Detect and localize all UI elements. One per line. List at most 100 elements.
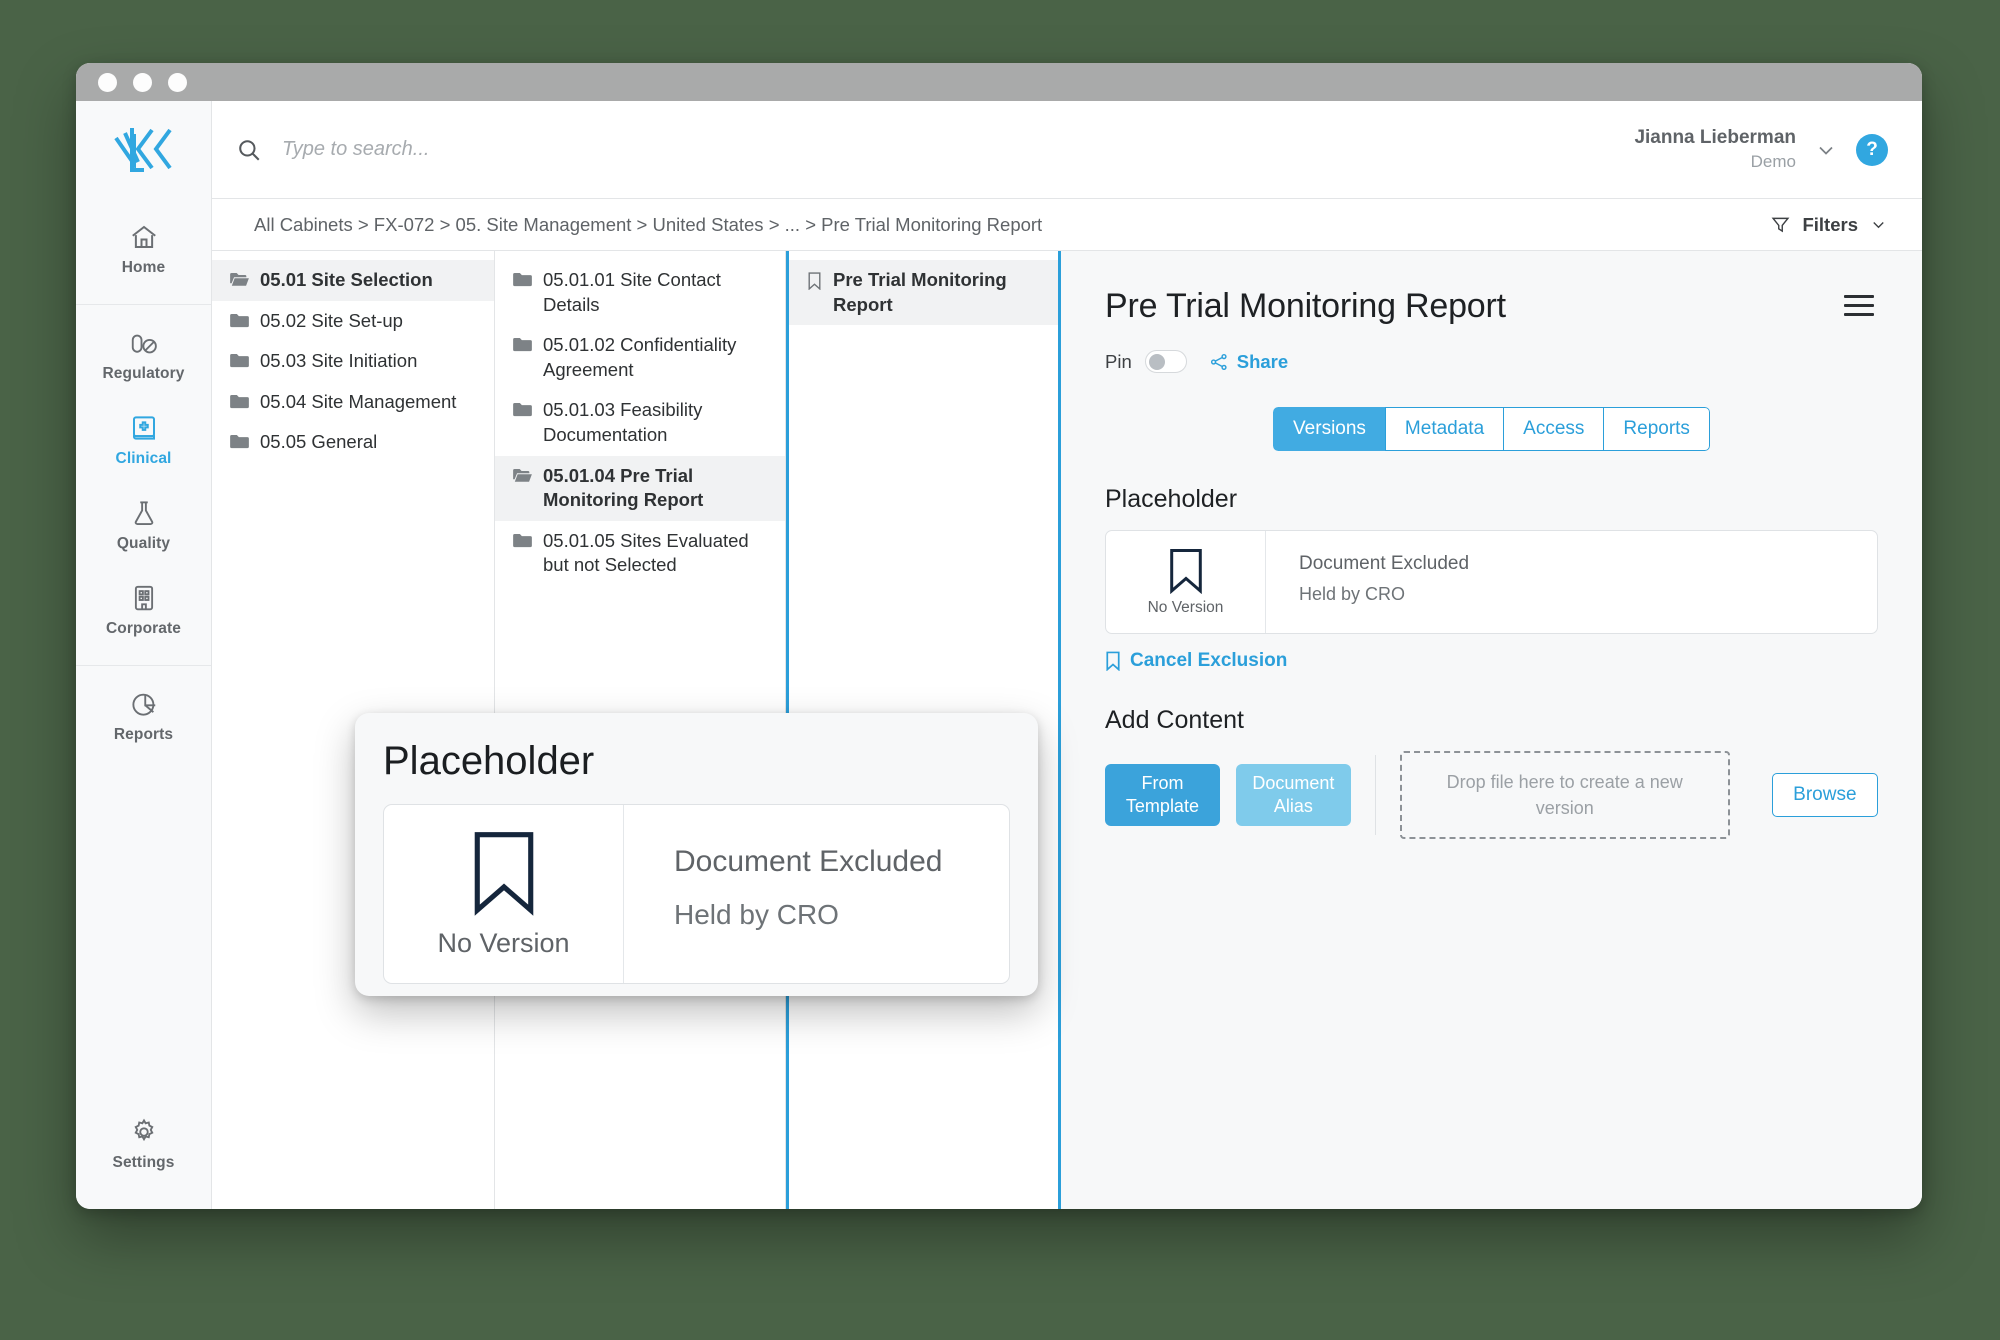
browse-button[interactable]: Browse bbox=[1771, 773, 1878, 817]
medical-book-icon bbox=[132, 416, 155, 440]
document-list-item[interactable]: Pre Trial Monitoring Report bbox=[789, 260, 1058, 326]
toggle-knob bbox=[1148, 353, 1165, 370]
sidebar-item-home[interactable]: Home bbox=[76, 205, 211, 290]
filter-icon bbox=[1772, 217, 1790, 233]
share-label: Share bbox=[1236, 350, 1289, 372]
tree-node-label: 05.01.02 Confidentiality Agreement bbox=[543, 334, 737, 380]
sidebar-item-clinical[interactable]: Clinical bbox=[76, 396, 211, 481]
sidebar-item-label: Quality bbox=[116, 535, 171, 552]
main-area: Jianna Lieberman Demo ? All Cabinets > F… bbox=[212, 101, 1922, 1209]
magnified-card: No Version Document Excluded Held by CRO bbox=[383, 804, 1010, 984]
add-content-section-title: Add Content bbox=[1105, 706, 1244, 734]
desktop-background: Home Regulatory Clinical Quality Corpora… bbox=[0, 0, 2000, 1340]
rail-group-modules: Regulatory Clinical Quality Corporate bbox=[76, 305, 211, 666]
tab-metadata[interactable]: Metadata bbox=[1384, 407, 1504, 451]
application-window: Home Regulatory Clinical Quality Corpora… bbox=[76, 63, 1922, 1209]
sidebar-item-reports[interactable]: Reports bbox=[76, 672, 211, 757]
tab-reports[interactable]: Reports bbox=[1603, 407, 1710, 451]
detail-header: Pre Trial Monitoring Report bbox=[1105, 287, 1878, 326]
veeva-vault-logo-icon bbox=[113, 128, 172, 172]
sidebar-item-quality[interactable]: Quality bbox=[76, 481, 211, 566]
tree-node-label: 05.01.05 Sites Evaluated but not Selecte… bbox=[543, 529, 749, 576]
tree-node[interactable]: 05.01 Site Selection bbox=[212, 260, 494, 301]
pin-toggle[interactable] bbox=[1144, 350, 1187, 373]
placeholder-section-title: Placeholder bbox=[1105, 485, 1238, 513]
tab-versions[interactable]: Versions bbox=[1273, 407, 1385, 451]
tree-node-label: 05.05 General bbox=[260, 431, 378, 453]
flask-icon bbox=[134, 501, 153, 525]
search-input[interactable] bbox=[282, 138, 702, 161]
folder-open-icon bbox=[513, 468, 532, 482]
folder-icon bbox=[230, 313, 249, 327]
folder-icon bbox=[513, 403, 532, 417]
global-search[interactable] bbox=[236, 137, 1634, 163]
folder-icon bbox=[513, 338, 532, 352]
hamburger-menu-icon[interactable] bbox=[1840, 287, 1878, 324]
tree-node[interactable]: 05.04 Site Management bbox=[212, 382, 494, 423]
add-content-row: From Template Document Alias Drop file h… bbox=[1105, 751, 1878, 839]
bookmark-icon bbox=[474, 831, 533, 916]
close-window-button[interactable] bbox=[98, 72, 117, 92]
breadcrumb[interactable]: All Cabinets > FX-072 > 05. Site Managem… bbox=[254, 214, 1042, 236]
folder-icon bbox=[230, 354, 249, 368]
breadcrumb-bar: All Cabinets > FX-072 > 05. Site Managem… bbox=[212, 199, 1922, 251]
user-menu[interactable]: Jianna Lieberman Demo ? bbox=[1634, 126, 1888, 172]
chevron-down-icon[interactable] bbox=[1814, 138, 1838, 162]
from-template-button[interactable]: From Template bbox=[1105, 764, 1220, 826]
tree-node[interactable]: 05.01.05 Sites Evaluated but not Selecte… bbox=[495, 521, 785, 586]
pin-label: Pin bbox=[1105, 350, 1132, 372]
pill-icon bbox=[131, 334, 157, 354]
help-button[interactable]: ? bbox=[1856, 133, 1888, 166]
tree-node[interactable]: 05.01.02 Confidentiality Agreement bbox=[495, 325, 785, 390]
burger-line bbox=[1844, 304, 1874, 307]
sidebar-item-corporate[interactable]: Corporate bbox=[76, 566, 211, 651]
rail-group-reports: Reports bbox=[76, 666, 211, 771]
folder-open-icon bbox=[230, 272, 249, 286]
document-detail-panel: Pre Trial Monitoring Report Pin Share Ve… bbox=[1061, 251, 1922, 1209]
pie-chart-icon bbox=[131, 693, 155, 716]
tree-node[interactable]: 05.02 Site Set-up bbox=[212, 301, 494, 342]
no-version-label: No Version bbox=[1147, 598, 1224, 616]
top-header-bar: Jianna Lieberman Demo ? bbox=[212, 101, 1922, 199]
share-icon bbox=[1210, 353, 1227, 370]
cancel-exclusion-button[interactable]: Cancel Exclusion bbox=[1105, 650, 1878, 672]
user-org: Demo bbox=[1750, 151, 1796, 171]
tree-node-label: 05.02 Site Set-up bbox=[260, 309, 403, 331]
tree-node-label: 05.01.03 Feasibility Documentation bbox=[543, 399, 703, 445]
rail-group-home: Home bbox=[76, 199, 211, 305]
tree-node-label: 05.03 Site Initiation bbox=[260, 350, 418, 372]
sidebar-item-settings[interactable]: Settings bbox=[76, 1100, 211, 1185]
sidebar-item-label: Regulatory bbox=[102, 365, 185, 382]
share-button[interactable]: Share bbox=[1209, 351, 1288, 373]
document-alias-button[interactable]: Document Alias bbox=[1235, 764, 1351, 826]
magnified-placeholder-callout: Placeholder No Version Document Excluded… bbox=[355, 713, 1038, 996]
vertical-divider bbox=[1374, 755, 1376, 835]
tab-access[interactable]: Access bbox=[1503, 407, 1604, 451]
filters-button[interactable]: Filters bbox=[1770, 214, 1888, 236]
maximize-window-button[interactable] bbox=[168, 72, 187, 92]
placeholder-status-area: Document Excluded Held by CRO bbox=[1266, 531, 1469, 633]
cancel-exclusion-label: Cancel Exclusion bbox=[1130, 650, 1288, 671]
tree-node[interactable]: 05.01.01 Site Contact Details bbox=[495, 260, 785, 325]
held-by-label: Held by CRO bbox=[1299, 584, 1406, 604]
sidebar-item-regulatory[interactable]: Regulatory bbox=[76, 311, 211, 396]
sidebar-item-label: Corporate bbox=[106, 620, 181, 637]
folder-icon bbox=[230, 435, 249, 449]
app-logo[interactable] bbox=[76, 101, 211, 199]
window-body: Home Regulatory Clinical Quality Corpora… bbox=[76, 101, 1922, 1209]
tree-node[interactable]: 05.01.04 Pre Trial Monitoring Report bbox=[495, 455, 785, 521]
minimize-window-button[interactable] bbox=[133, 72, 152, 92]
sidebar-item-label: Settings bbox=[112, 1154, 175, 1171]
user-identity: Jianna Lieberman Demo bbox=[1634, 126, 1796, 172]
home-icon bbox=[131, 225, 156, 248]
placeholder-version-area: No Version bbox=[1106, 531, 1266, 633]
file-dropzone[interactable]: Drop file here to create a new version bbox=[1399, 751, 1730, 839]
tree-node-label: 05.01.01 Site Contact Details bbox=[543, 269, 721, 315]
bookmark-icon bbox=[1169, 548, 1202, 594]
rail-group-settings: Settings bbox=[76, 1100, 211, 1209]
tree-node[interactable]: 05.01.03 Feasibility Documentation bbox=[495, 390, 785, 455]
tree-node[interactable]: 05.05 General bbox=[212, 422, 494, 463]
tree-node[interactable]: 05.03 Site Initiation bbox=[212, 341, 494, 382]
burger-line bbox=[1844, 295, 1874, 298]
magnified-version-area: No Version bbox=[384, 805, 624, 983]
